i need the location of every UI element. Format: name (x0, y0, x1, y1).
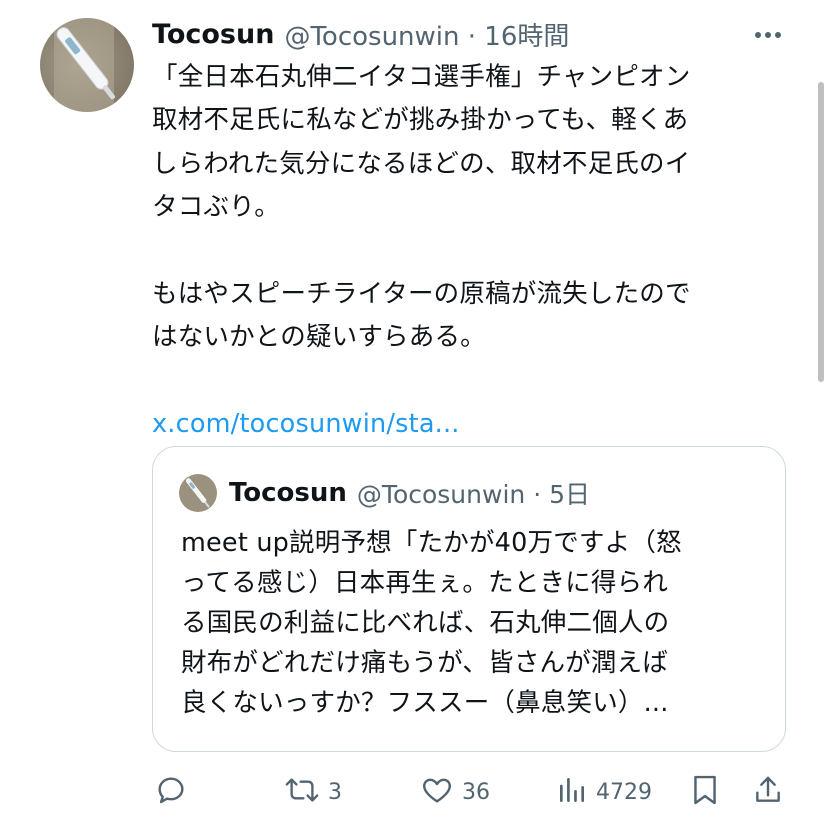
views-icon (556, 773, 588, 811)
tweet-text-line: 「全日本石丸伸二イタコ選手権」チャンピオン (152, 62, 691, 92)
retweet-button[interactable]: 3 (284, 772, 342, 812)
heart-icon (420, 773, 454, 811)
tweet-text-line (152, 360, 792, 403)
more-icon (754, 24, 782, 43)
views-count: 4729 (596, 779, 652, 805)
share-button[interactable] (752, 772, 784, 812)
reply-icon (154, 773, 188, 811)
tweet-text-line (152, 230, 792, 273)
quote-text-line: 財布がどれだけ痛もうが、皆さんが潤えば (181, 648, 669, 678)
like-button[interactable]: 36 (420, 772, 490, 812)
tweet-header: Tocosun @Tocosunwin · 16時間 (152, 14, 708, 54)
tweet-text-line: タコぶり。 (152, 192, 280, 223)
bookmark-button[interactable] (690, 772, 720, 812)
tweet-time[interactable]: 16時間 (484, 22, 569, 52)
separator-dot: · (467, 21, 477, 52)
handle-text: @Tocosunwin (284, 21, 460, 52)
quote-author-meta: @Tocosunwin · 5日 (357, 475, 590, 511)
bookmark-icon (690, 773, 720, 811)
quote-header: Tocosun @Tocosunwin · 5日 (229, 473, 590, 513)
quote-text: meet up説明予想「たかが40万ですよ（怒 ってる感じ）日本再生ぇ。たときに… (181, 523, 781, 723)
more-options-button[interactable] (748, 20, 788, 46)
tweet-text-line: はないかとの疑いすらある。 (152, 322, 486, 353)
quote-author-name: Tocosun (229, 478, 347, 508)
quoted-tweet[interactable]: Tocosun @Tocosunwin · 5日 meet up説明予想「たかが… (152, 446, 786, 752)
quote-handle: @Tocosunwin (356, 480, 526, 509)
quote-text-line: meet up説明予想「たかが40万ですよ（怒 (181, 528, 682, 558)
separator-dot: · (533, 480, 542, 509)
tweet-text-line: もはやスピーチライターの原稿が流失したので (152, 278, 691, 309)
share-icon (752, 773, 784, 811)
scrollbar[interactable] (818, 82, 824, 382)
quote-author-avatar[interactable] (179, 474, 217, 512)
quote-text-line: 良くないっすか？フススー（鼻息笑い）... (181, 688, 669, 718)
author-avatar[interactable] (40, 18, 134, 112)
quote-text-line: ってる感じ）日本再生ぇ。たときに得られ (181, 568, 669, 598)
tweet-link[interactable]: x.com/tocosunwin/sta... (152, 403, 792, 446)
like-count: 36 (462, 779, 490, 805)
author-handle[interactable]: @Tocosunwin · 16時間 (284, 16, 569, 53)
views-button[interactable]: 4729 (556, 772, 652, 812)
quote-time: 5日 (549, 480, 590, 509)
tweet-text-line: しらわれた気分になるほどの、取材不足氏のイ (152, 148, 691, 179)
action-bar: 3 36 4729 (0, 772, 828, 812)
tweet-text: 「全日本石丸伸二イタコ選手権」チャンピオン 取材不足氏に私などが挑み掛かっても、… (152, 56, 792, 447)
quote-text-line: る国民の利益に比べれば、石丸伸二個人の (181, 608, 670, 638)
retweet-icon (284, 773, 320, 811)
tweet-text-line: 取材不足氏に私などが挑み掛かっても、軽くあ (152, 105, 689, 136)
reply-button[interactable] (154, 772, 188, 812)
author-name[interactable]: Tocosun (152, 19, 274, 50)
retweet-count: 3 (328, 779, 342, 805)
